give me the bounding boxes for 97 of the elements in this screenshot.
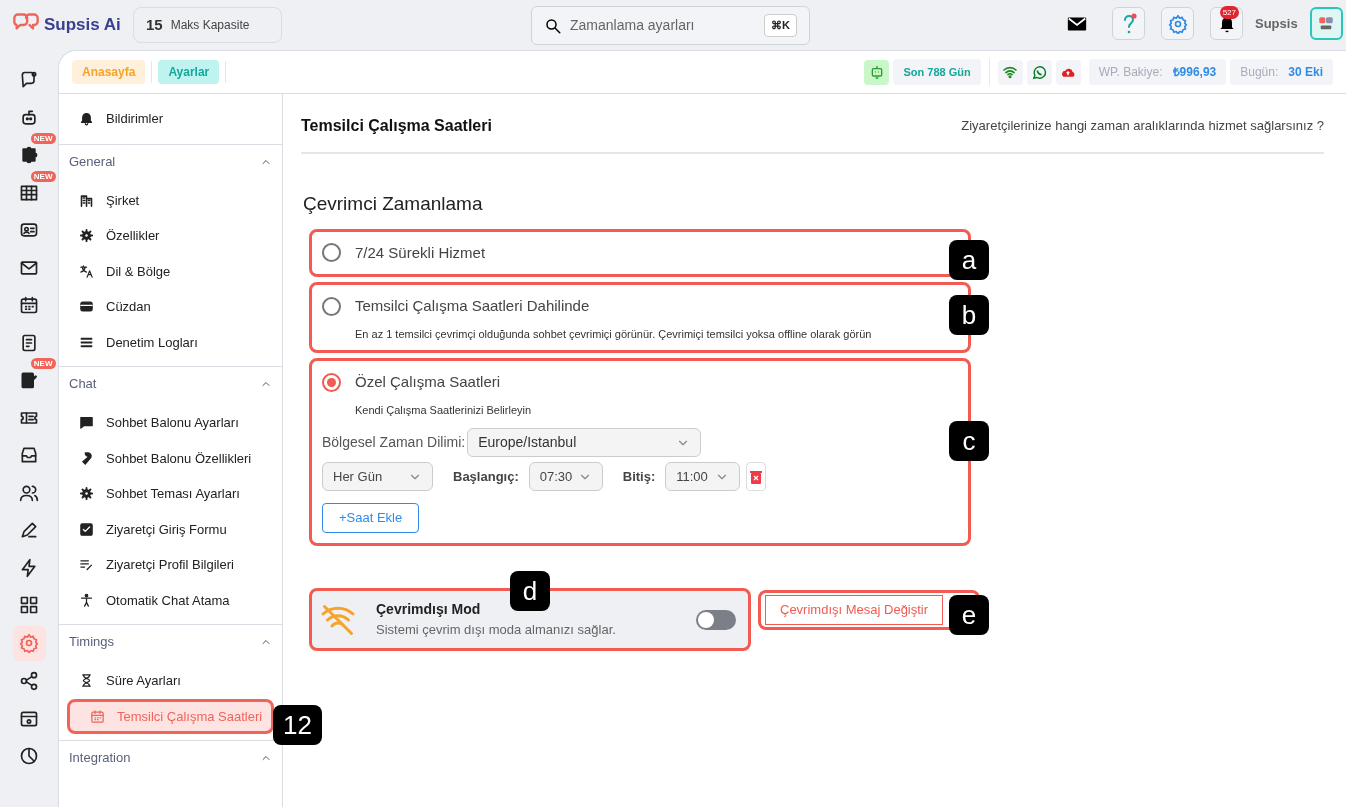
sidebar-item[interactable]: Sohbet Balonu Özellikleri	[59, 440, 282, 476]
time-select[interactable]: 11:00	[665, 462, 741, 491]
section-header: Chat	[69, 375, 97, 394]
page-title: Temsilci Çalışma Saatleri	[301, 116, 492, 136]
calendar-icon	[90, 708, 105, 724]
option-description: En az 1 temsilci çevrimçi olduğunda sohbet çevrimiçi görünür. Çevrimiçi temsilci yoksa offline olarak görün	[355, 326, 873, 342]
notepad-icon	[19, 370, 39, 390]
section-header: General	[69, 152, 116, 171]
sidebar-item[interactable]: Bildirimler	[59, 101, 282, 137]
search-field[interactable]: Zamanlama ayarları	[570, 15, 757, 36]
sidebar-item[interactable]: Ziyaretçi Giriş Formu	[59, 511, 282, 547]
sidebar-item[interactable]: Cüzdan	[59, 289, 282, 325]
annotation-marker: 12	[273, 705, 322, 745]
field-label: Bölgesel Zaman Dilimi:	[322, 433, 466, 452]
sidebar-item[interactable]: Sohbet Balonu Ayarları	[59, 405, 282, 441]
notifications-button[interactable]: 527	[1210, 7, 1243, 40]
radio-option[interactable]: Özel Çalışma Saatleri	[322, 367, 501, 398]
sidebar-item[interactable]: Şirket	[59, 182, 282, 218]
toggle-switch[interactable]	[696, 609, 736, 630]
add-hour-button[interactable]: +Saat Ekle	[322, 503, 420, 533]
radio-option[interactable]: 7/24 Sürekli Hizmet	[322, 237, 486, 268]
inbox-icon	[19, 445, 39, 465]
wallet-icon	[79, 299, 94, 315]
translate-icon	[79, 263, 94, 279]
annotation-marker: e	[949, 595, 990, 635]
time-select[interactable]: 07:30	[528, 462, 603, 491]
option-description: Kendi Çalışma Saatlerinizi Belirleyin	[355, 402, 533, 418]
day-select[interactable]: Her Gün	[322, 462, 433, 491]
section-title: Çevrimci Zamanlama	[303, 192, 484, 216]
new-badge: NEW	[30, 170, 56, 182]
radio-button[interactable]	[322, 372, 341, 392]
sidebar-item[interactable]: Dil & Bölge	[59, 253, 282, 289]
wifi-icon	[997, 59, 1023, 85]
accessibility-icon	[79, 592, 94, 608]
new-badge: NEW	[30, 133, 56, 144]
checkbox-icon	[79, 521, 94, 537]
date-value: 30 Eki	[1288, 64, 1323, 81]
offline-mode-title: Çevrimdışı Mod	[376, 600, 482, 620]
balance-label: WP. Bakiye:	[1098, 64, 1163, 81]
pie-chart-icon	[19, 746, 39, 766]
gear-icon	[79, 228, 94, 244]
help-button[interactable]	[1112, 7, 1145, 40]
sidebar-item[interactable]: Denetim Logları	[59, 324, 282, 360]
chat-bubble-icon	[19, 70, 39, 90]
hourglass-icon	[79, 673, 94, 689]
settings-icon	[19, 633, 39, 653]
document-icon	[19, 332, 39, 353]
share-icon	[19, 671, 39, 691]
radio-button[interactable]	[322, 296, 341, 316]
sidebar-item[interactable]: Özellikler	[59, 218, 282, 254]
cloud-upload-icon	[1055, 59, 1081, 85]
section-header: Integration	[69, 749, 131, 768]
timezone-select[interactable]: Europe/Istanbul	[467, 428, 702, 457]
robot-icon	[864, 59, 890, 85]
notification-badge: 527	[1219, 6, 1239, 19]
annotation-marker: a	[949, 239, 989, 280]
search-icon	[544, 16, 562, 35]
settings-icon	[1167, 13, 1188, 34]
field-label: Bitiş:	[622, 467, 656, 486]
radio-button[interactable]	[322, 243, 341, 263]
avatar[interactable]	[1309, 7, 1343, 40]
radio-option[interactable]: Temsilci Çalışma Saatleri Dahilinde	[322, 291, 590, 322]
bell-icon	[79, 111, 94, 127]
grid-icon	[19, 595, 39, 615]
section-header: Timings	[69, 633, 115, 652]
trash-icon	[750, 469, 763, 484]
annotation-marker: b	[949, 295, 989, 335]
sidebar-item[interactable]: Sohbet Teması Ayarları	[59, 476, 282, 512]
offline-mode-description: Sistemi çevrim dışı moda almanızı sağlar.	[376, 621, 616, 640]
days-pill: Son 788 Gün	[893, 58, 981, 86]
search-bar[interactable]: Zamanlama ayarları ⌘K	[531, 6, 810, 45]
edit-list-icon	[79, 557, 94, 573]
delete-button[interactable]	[746, 462, 767, 491]
settings-button[interactable]	[1161, 7, 1194, 40]
sidebar-item[interactable]: Süre Ayarları	[59, 663, 282, 699]
gear-icon	[79, 486, 94, 502]
brand-name: Supsis Ai	[44, 14, 121, 37]
shortcut-key: ⌘K	[764, 14, 797, 37]
pen-icon	[19, 520, 39, 540]
calendar-icon	[19, 295, 39, 315]
field-label: Başlangıç:	[453, 467, 519, 486]
capacity-label: Maks Kapasite	[170, 17, 250, 34]
annotation-marker: d	[510, 571, 550, 611]
sidebar-item[interactable]: Otomatik Chat Atama	[59, 582, 282, 618]
new-badge: NEW	[30, 358, 56, 369]
capacity-value: 15	[146, 14, 163, 35]
annotation-marker: c	[949, 421, 989, 461]
contact-card-icon	[19, 220, 39, 240]
page-subtitle: Ziyaretçilerinize hangi zaman aralıklarında hizmet sağlarsınız ?	[961, 117, 1324, 136]
building-icon	[79, 192, 94, 208]
date-label: Bugün:	[1240, 64, 1279, 81]
whatsapp-icon	[1026, 59, 1052, 85]
user-name: Supsis	[1255, 14, 1298, 33]
balance-value: ₺996,93	[1172, 64, 1217, 81]
lightning-icon	[19, 557, 39, 578]
chat-icon	[79, 415, 94, 431]
sidebar-item[interactable]: Ziyaretçi Profil Bilgileri	[59, 547, 282, 583]
